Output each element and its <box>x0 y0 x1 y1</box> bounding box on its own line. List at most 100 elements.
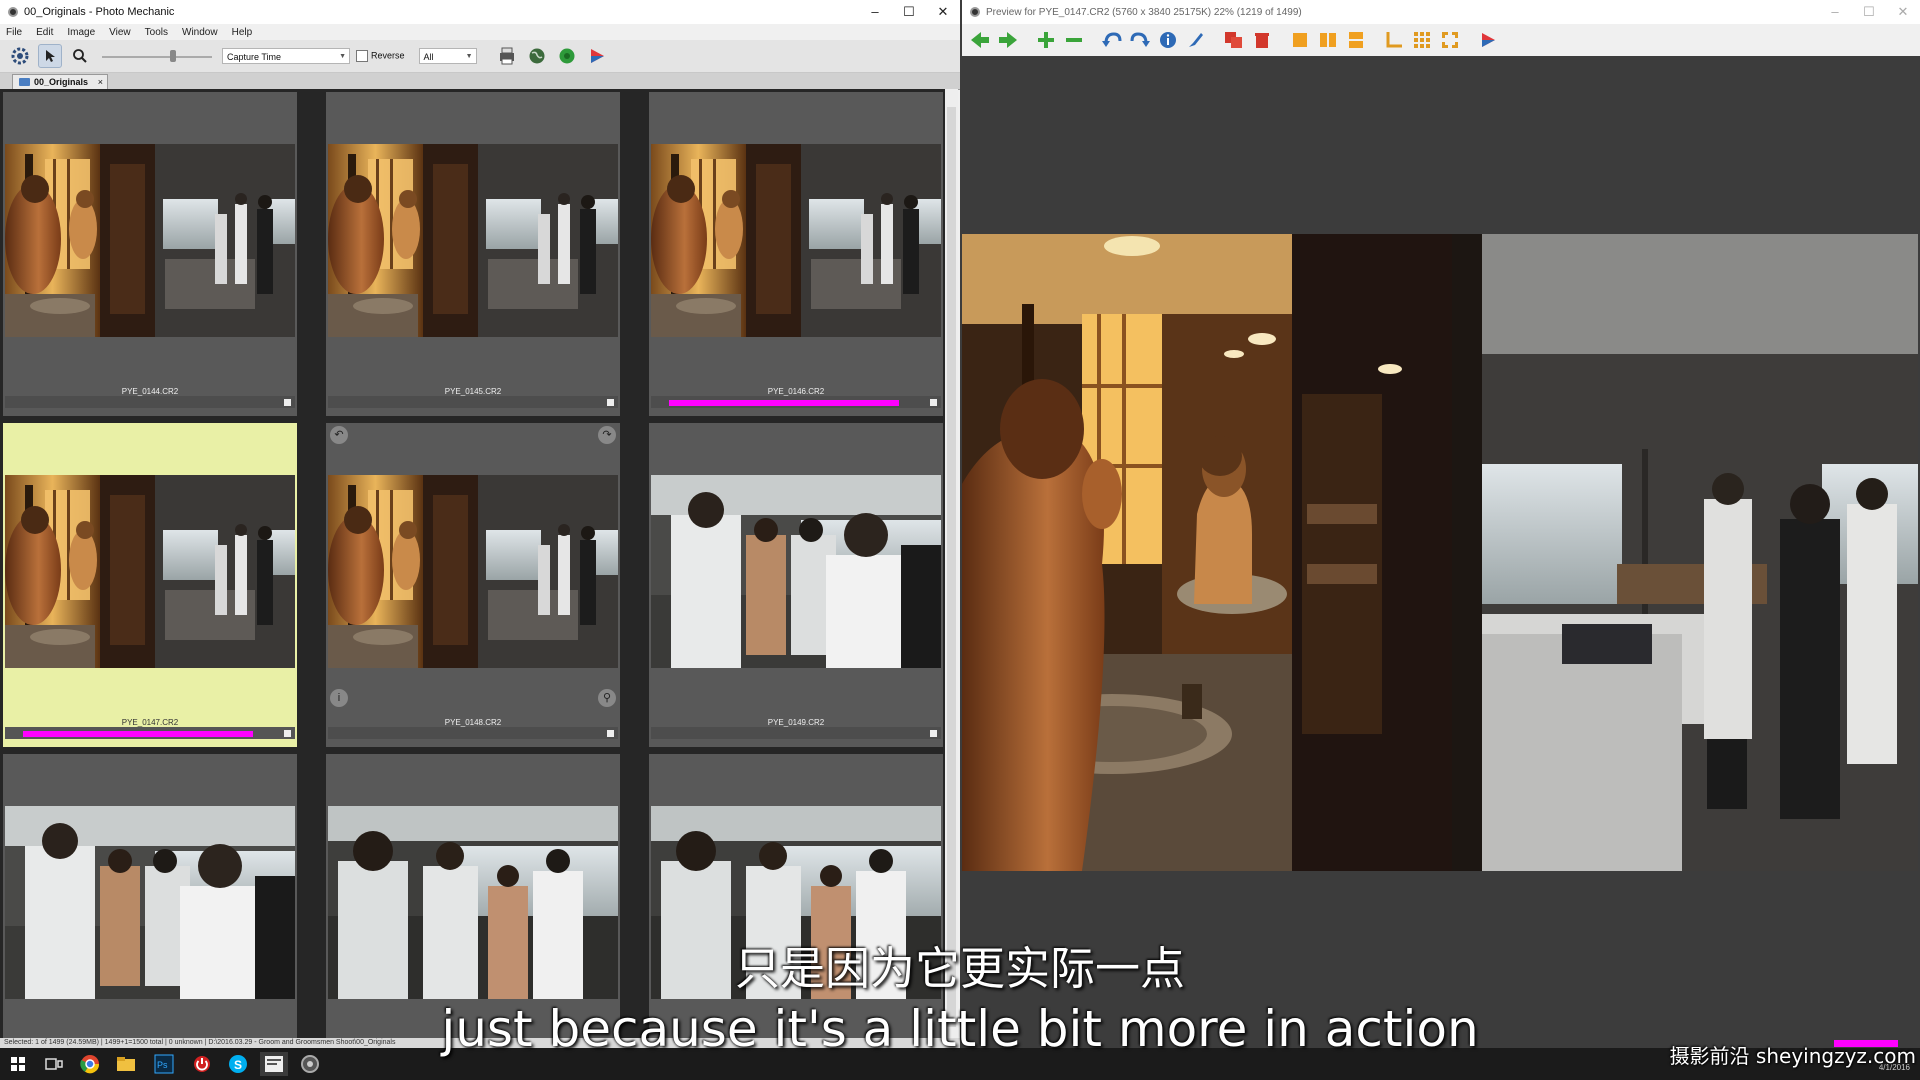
reverse-label: Reverse <box>371 50 405 61</box>
thumbnail-cell-selected[interactable]: PYE_0147.CR2 <box>3 423 297 747</box>
gear-icon[interactable] <box>8 44 32 68</box>
color-class-bar <box>651 396 941 408</box>
status-dot-icon[interactable] <box>555 44 579 68</box>
grid-icon[interactable] <box>1410 28 1434 52</box>
preview-image[interactable] <box>962 234 1918 871</box>
globe-icon[interactable] <box>525 44 549 68</box>
contact-sheet: PYE_0144.CR2 PYE_0145.CR2 PYE_0146.CR2 P… <box>0 89 952 1039</box>
thumbnail-cell[interactable]: PYE_0144.CR2 <box>3 92 297 416</box>
close-icon[interactable]: ✕ <box>926 0 960 24</box>
checkbox-box[interactable] <box>356 50 368 62</box>
rotate-left-icon[interactable] <box>1100 28 1124 52</box>
copy-icon[interactable] <box>1222 28 1246 52</box>
rotate-right-icon[interactable] <box>1128 28 1152 52</box>
close-tab-icon[interactable]: × <box>98 75 103 90</box>
layout-double-icon[interactable] <box>1316 28 1340 52</box>
close-icon[interactable]: ✕ <box>1886 0 1920 24</box>
preview-title-bar: Preview for PYE_0147.CR2 (5760 x 3840 25… <box>962 0 1920 24</box>
edit-brush-icon[interactable] <box>1184 28 1208 52</box>
minimize-icon[interactable]: – <box>858 0 892 24</box>
thumbnail-size-slider[interactable] <box>102 47 212 65</box>
preview-window-title: Preview for PYE_0147.CR2 (5760 x 3840 25… <box>986 6 1302 18</box>
thumbnail-image[interactable] <box>328 144 618 337</box>
slider-knob[interactable] <box>170 50 176 62</box>
info-icon[interactable] <box>1156 28 1180 52</box>
thumbnail-image[interactable] <box>5 475 295 668</box>
tag-checkbox[interactable] <box>930 399 937 406</box>
layout-stack-icon[interactable] <box>1344 28 1368 52</box>
thumbnail-image[interactable] <box>5 144 295 337</box>
tag-checkbox[interactable] <box>607 730 614 737</box>
chevron-down-icon: ▼ <box>465 53 473 60</box>
tab-00-originals[interactable]: 00_Originals × <box>12 74 108 89</box>
menu-view[interactable]: View <box>109 27 131 38</box>
title-bar: 00_Originals - Photo Mechanic – ☐ ✕ <box>0 0 960 24</box>
svg-text:S: S <box>234 1058 242 1072</box>
rotate-right-icon[interactable]: ↷ <box>598 426 616 444</box>
svg-text:Ps: Ps <box>157 1060 168 1070</box>
minimize-icon[interactable]: – <box>1818 0 1852 24</box>
thumbnail-cell[interactable]: PYE_0146.CR2 <box>649 92 943 416</box>
zoom-out-icon[interactable] <box>1062 28 1086 52</box>
thumbnail-cell[interactable]: PYE_0149.CR2 <box>649 423 943 747</box>
maximize-icon[interactable]: ☐ <box>892 0 926 24</box>
layout-single-icon[interactable] <box>1288 28 1312 52</box>
arrow-right-icon[interactable] <box>996 28 1020 52</box>
filter-select[interactable]: All ▼ <box>418 48 477 64</box>
chevron-down-icon: ▼ <box>339 53 346 60</box>
menu-image[interactable]: Image <box>67 27 95 38</box>
preview-window: Preview for PYE_0147.CR2 (5760 x 3840 25… <box>962 0 1920 1048</box>
photo-mechanic-window: 00_Originals - Photo Mechanic – ☐ ✕ File… <box>0 0 960 1048</box>
color-class-magenta <box>669 400 899 406</box>
share-icon[interactable] <box>1476 28 1500 52</box>
thumbnail-cell[interactable]: PYE_0145.CR2 <box>326 92 620 416</box>
reverse-checkbox[interactable]: Reverse <box>356 50 405 62</box>
tag-checkbox[interactable] <box>607 399 614 406</box>
fit-icon[interactable] <box>1438 28 1462 52</box>
menu-help[interactable]: Help <box>232 27 253 38</box>
magnifier-icon[interactable] <box>68 44 92 68</box>
printer-icon[interactable] <box>495 44 519 68</box>
subtitle-english: just because it's a little bit more in a… <box>441 1000 1479 1058</box>
watermark: 摄影前沿 sheyingzyz.com <box>1669 1044 1916 1068</box>
tab-bar: 00_Originals × <box>0 73 960 90</box>
tag-checkbox[interactable] <box>930 730 937 737</box>
color-class-bar <box>328 727 618 739</box>
menu-edit[interactable]: Edit <box>36 27 53 38</box>
sort-select[interactable]: Capture Time ▼ <box>222 48 350 64</box>
thumbnail-cell[interactable]: ↶ ↷ i ⚲ PYE_0148.CR2 <box>326 423 620 747</box>
window-controls: – ☐ ✕ <box>1818 0 1920 24</box>
vertical-scrollbar[interactable] <box>945 89 958 1039</box>
tag-checkbox[interactable] <box>284 730 291 737</box>
menu-tools[interactable]: Tools <box>145 27 168 38</box>
info-icon[interactable]: i <box>330 689 348 707</box>
folder-icon <box>19 78 30 86</box>
thumbnail-filename: PYE_0145.CR2 <box>444 387 502 396</box>
menu-file[interactable]: File <box>6 27 22 38</box>
app-icon <box>970 7 980 17</box>
pointer-tool-icon[interactable] <box>38 44 62 68</box>
toolbar: Capture Time ▼ Reverse All ▼ <box>0 40 960 73</box>
menu-window[interactable]: Window <box>182 27 218 38</box>
thumbnail-filename: PYE_0147.CR2 <box>121 718 179 727</box>
tab-label: 00_Originals <box>34 76 89 87</box>
tag-checkbox[interactable] <box>284 399 291 406</box>
thumbnail-image[interactable] <box>651 144 941 337</box>
zoom-icon[interactable]: ⚲ <box>598 689 616 707</box>
delete-icon[interactable] <box>1250 28 1274 52</box>
preview-toolbar <box>962 24 1920 56</box>
color-class-magenta <box>23 731 253 737</box>
arrow-left-icon[interactable] <box>968 28 992 52</box>
maximize-icon[interactable]: ☐ <box>1852 0 1886 24</box>
thumbnail-image[interactable] <box>328 475 618 668</box>
share-icon[interactable] <box>585 44 609 68</box>
crop-icon[interactable] <box>1382 28 1406 52</box>
thumbnail-filename: PYE_0149.CR2 <box>767 718 825 727</box>
rotate-left-icon[interactable]: ↶ <box>330 426 348 444</box>
thumbnail-filename: PYE_0148.CR2 <box>444 718 502 727</box>
app-icon <box>8 7 18 17</box>
scrollbar-thumb[interactable] <box>947 107 956 1027</box>
color-class-bar <box>651 727 941 739</box>
zoom-in-icon[interactable] <box>1034 28 1058 52</box>
thumbnail-image[interactable] <box>651 475 941 668</box>
